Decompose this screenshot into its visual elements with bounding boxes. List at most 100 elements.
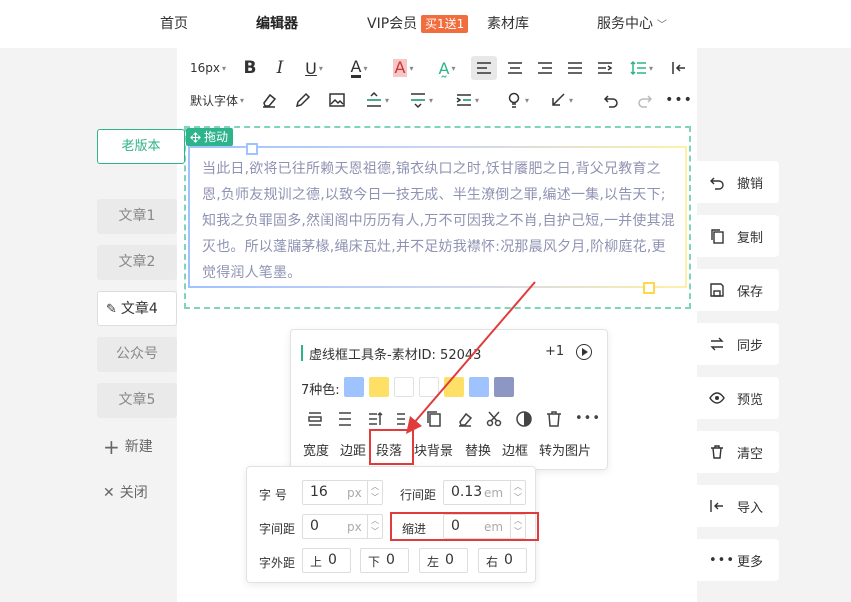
font-size-field[interactable]: 16 px ︿ ﹀ <box>302 480 383 505</box>
paragraph-spacing-icon[interactable]: ▾ <box>359 88 395 112</box>
sync-icon <box>710 337 724 351</box>
exit-icon[interactable] <box>667 56 691 80</box>
article-item[interactable]: 文章5 <box>97 383 177 418</box>
new-article-button[interactable]: + 新建 <box>103 437 153 457</box>
align-justify-icon[interactable] <box>563 56 587 80</box>
line-height-icon[interactable]: ▾ <box>623 56 659 80</box>
color-swatch[interactable] <box>344 377 364 397</box>
colors-label: 7种色: <box>301 383 340 398</box>
eraser-icon[interactable] <box>257 88 281 112</box>
more-icon: ••• <box>709 552 736 568</box>
highlight-color-icon[interactable]: A ▾ <box>385 56 421 80</box>
copy-icon <box>711 229 724 244</box>
clear-button[interactable]: 清空 <box>697 431 779 473</box>
margin-bottom-field[interactable]: 下 0 <box>360 548 409 573</box>
tool-replace-label[interactable]: 替换 <box>465 440 491 459</box>
letter-spacing-field[interactable]: 0 px ︿ ﹀ <box>302 514 383 539</box>
nav-service[interactable]: 服务中心 ﹀ <box>597 14 667 36</box>
underline-icon[interactable]: U ▾ <box>297 56 331 80</box>
toolbar-row-2: 默认字体 ▾ ▾ ▾ ▾ ▾ ▾ ••• <box>177 84 697 116</box>
italic-icon[interactable]: I <box>269 56 291 80</box>
more-button[interactable]: ••• 更多 <box>697 539 779 581</box>
margin-top-field[interactable]: 上 0 <box>302 548 351 573</box>
margin-left-label: 左 <box>427 555 440 569</box>
margin-icon[interactable] <box>336 410 354 428</box>
color-swatch[interactable] <box>369 377 389 397</box>
drag-label: 拖动 <box>204 130 229 144</box>
undo-icon[interactable] <box>599 88 623 112</box>
margin-right-label: 右 <box>486 555 499 569</box>
font-family-select[interactable]: 默认字体 ▾ <box>185 88 249 112</box>
font-color-icon[interactable]: A ▾ <box>341 56 377 80</box>
copy-button[interactable]: 复制 <box>697 215 779 257</box>
font-size-label: 字 号 <box>259 488 287 502</box>
font-size-unit: px <box>347 486 362 500</box>
letter-spacing-unit: px <box>347 520 362 534</box>
chevron-down-icon: ▾ <box>221 63 226 73</box>
nav-vip[interactable]: VIP会员 <box>367 14 417 34</box>
width-icon[interactable] <box>306 410 324 428</box>
line-height-field-value: 0.13 <box>451 484 483 500</box>
sync-button[interactable]: 同步 <box>697 323 779 365</box>
margin-left-value: 0 <box>445 552 454 568</box>
close-icon: ✕ <box>103 485 115 501</box>
article-item-active[interactable]: ✎ 文章4 <box>97 291 177 326</box>
old-version-button[interactable]: 老版本 <box>97 129 185 164</box>
tool-border-label[interactable]: 边框 <box>502 440 528 459</box>
font-size-select[interactable]: 16px ▾ <box>185 56 231 80</box>
redo-icon[interactable] <box>633 88 657 112</box>
nav-materials[interactable]: 素材库 <box>487 14 529 34</box>
tool-width-label[interactable]: 宽度 <box>303 440 329 459</box>
indent-icon[interactable]: ▾ <box>449 88 485 112</box>
lightbulb-icon[interactable]: ▾ <box>499 88 535 112</box>
title-accent-bar <box>301 345 303 361</box>
tool-margin-label[interactable]: 边距 <box>340 440 366 459</box>
paragraph-after-icon[interactable]: ▾ <box>403 88 439 112</box>
preview-button[interactable]: 预览 <box>697 377 779 419</box>
more-icon[interactable]: ••• <box>665 88 692 112</box>
play-icon[interactable] <box>576 344 592 360</box>
text-effect-icon[interactable]: A̰ ▾ <box>429 56 465 80</box>
align-right-icon[interactable] <box>533 56 557 80</box>
font-family-value: 默认字体 <box>189 93 238 108</box>
stepper-icon[interactable]: ︿ ﹀ <box>367 481 382 504</box>
trash-icon[interactable] <box>545 410 563 428</box>
article-item[interactable]: 文章2 <box>97 245 177 280</box>
bold-icon[interactable]: B <box>239 56 261 80</box>
line-height-field[interactable]: 0.13 em ︿ ﹀ <box>443 480 526 505</box>
margin-bottom-value: 0 <box>386 552 395 568</box>
tool-to-image-label[interactable]: 转为图片 <box>539 440 591 459</box>
drag-handle[interactable]: 拖动 <box>186 128 234 146</box>
plus-one-count[interactable]: +1 <box>545 344 564 359</box>
outer-margin-label: 字外距 <box>259 556 296 570</box>
import-button[interactable]: 导入 <box>697 485 779 527</box>
align-distribute-icon[interactable] <box>593 56 617 80</box>
paragraph-icon[interactable] <box>366 410 384 428</box>
close-button[interactable]: ✕ 关闭 <box>103 483 148 503</box>
more-icon[interactable]: ••• <box>575 410 600 428</box>
brush-icon[interactable] <box>291 88 315 112</box>
undo-button[interactable]: 撤销 <box>697 161 779 203</box>
align-left-icon[interactable] <box>471 56 497 80</box>
content-text[interactable]: 当此日,欲将已往所赖天恩祖德,锦衣纨口之时,饫甘餍肥之日,背父兄教育之恩,负师友… <box>202 156 678 286</box>
margin-right-field[interactable]: 右 0 <box>478 548 527 573</box>
line-height-label: 行间距 <box>400 488 437 502</box>
stepper-icon[interactable]: ︿ ﹀ <box>510 481 525 504</box>
vip-promo-badge: 买1送1 <box>421 15 469 33</box>
top-nav: 首页 编辑器 VIP会员 买1送1 素材库 服务中心 ﹀ <box>0 0 851 48</box>
annotation-arrow <box>406 281 536 434</box>
align-center-icon[interactable] <box>503 56 527 80</box>
more-label: 更多 <box>737 554 764 570</box>
nav-home[interactable]: 首页 <box>160 14 188 34</box>
arrow-tool-icon[interactable]: ▾ <box>543 88 579 112</box>
save-icon <box>710 283 724 297</box>
margin-left-field[interactable]: 左 0 <box>419 548 468 573</box>
stepper-icon[interactable]: ︿ ﹀ <box>367 515 382 538</box>
save-button[interactable]: 保存 <box>697 269 779 311</box>
article-item[interactable]: 公众号 <box>97 337 177 372</box>
nav-editor[interactable]: 编辑器 <box>256 14 298 34</box>
image-icon[interactable] <box>325 88 349 112</box>
margin-bottom-label: 下 <box>368 555 381 569</box>
article-item[interactable]: 文章1 <box>97 199 177 234</box>
tool-block-bg-label[interactable]: 块背景 <box>414 440 453 459</box>
